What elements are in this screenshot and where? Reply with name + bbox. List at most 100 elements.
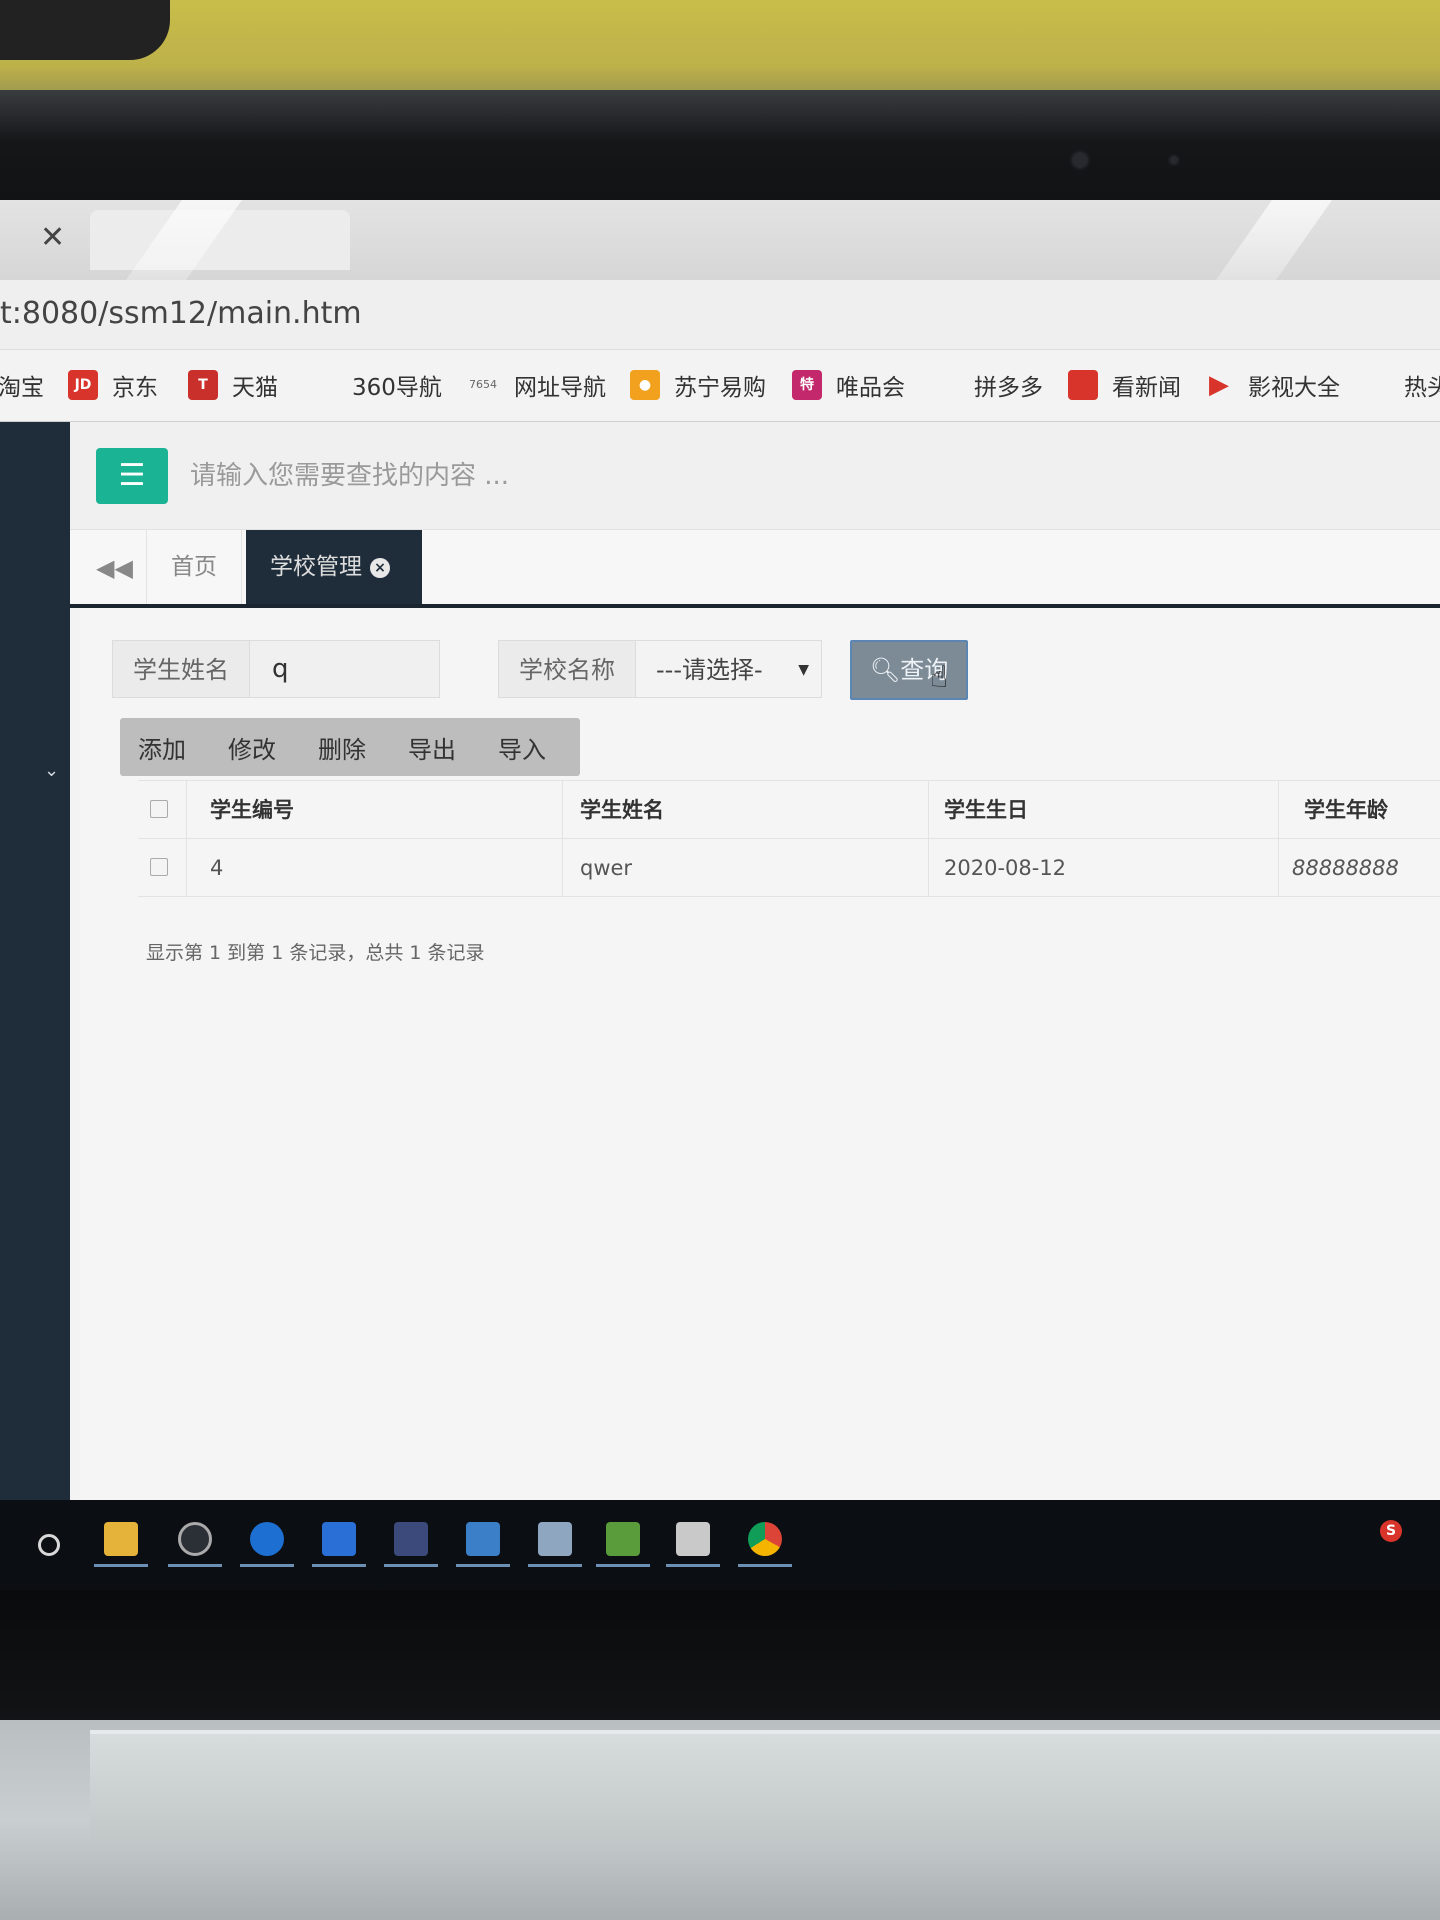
bookmark-jd[interactable]: JD 京东 [68, 368, 158, 402]
active-indicator [94, 1564, 148, 1567]
bookmark-web-nav[interactable]: 7654 网址导航 [466, 368, 606, 402]
webcam [1070, 150, 1090, 170]
column-divider [562, 781, 563, 839]
double-left-arrow-icon[interactable]: ◀◀ [96, 554, 133, 582]
active-indicator [240, 1564, 294, 1567]
column-divider [1278, 839, 1279, 897]
7654-icon: 7654 [469, 378, 497, 391]
chevron-down-icon[interactable]: ⌄ [44, 760, 59, 781]
bookmark-pinduoduo[interactable]: 拼多多 [974, 368, 1043, 402]
column-header[interactable]: 学生年龄 [1304, 781, 1388, 839]
cell-student-name: qwer [580, 856, 633, 880]
tmall-icon: T [188, 370, 218, 400]
screen: ✕ t:8080/ssm12/main.htm 淘宝 JD 京东 T 天猫 360导… [0, 200, 1440, 1590]
video-icon: ▶ [1209, 370, 1229, 400]
active-indicator [528, 1564, 582, 1567]
tab-home[interactable]: 首页 [146, 530, 242, 604]
column-divider [562, 839, 563, 897]
pagination-summary: 显示第 1 到第 1 条记录，总共 1 条记录 [146, 942, 485, 964]
app-topbar: ☰ [70, 422, 1440, 530]
bookmark-vip[interactable]: 特唯品会 [792, 368, 905, 402]
edit-button[interactable]: 修改 [228, 730, 276, 765]
taskbar: S [0, 1500, 1440, 1590]
remote-desktop-icon[interactable] [466, 1522, 500, 1556]
hamburger-icon: ☰ [118, 458, 146, 493]
active-indicator [666, 1564, 720, 1567]
active-indicator [384, 1564, 438, 1567]
webcam-sensor [1168, 154, 1180, 166]
vip-icon: 特 [792, 370, 822, 400]
chrome-icon[interactable] [748, 1522, 782, 1556]
main-content: 学生姓名 学校名称 ---请选择-▼ 🔍︎查询 ☝ 添加 修改 删除 导出 导入… [80, 608, 1440, 1590]
action-toolbar: 添加 修改 删除 导出 导入 [120, 718, 580, 776]
bookmark-video[interactable]: ▶ 影视大全 [1204, 368, 1340, 402]
keyboard-edge [90, 1730, 1440, 1840]
cortana-icon[interactable] [38, 1534, 60, 1556]
close-circle-icon[interactable]: × [370, 557, 390, 578]
active-indicator [738, 1564, 792, 1567]
table-row[interactable]: 4 qwer 2020-08-12 88888888 [138, 839, 1440, 897]
cell-student-birthday: 2020-08-12 [944, 856, 1067, 880]
browser-tab-strip: ✕ [0, 200, 1440, 330]
menu-toggle-button[interactable]: ☰ [96, 448, 168, 504]
app-icon[interactable] [676, 1522, 710, 1556]
tray-s-icon[interactable]: S [1380, 1520, 1402, 1542]
settings-icon[interactable] [178, 1522, 212, 1556]
column-divider [1278, 781, 1279, 839]
column-header[interactable]: 学生生日 [944, 781, 1028, 839]
bookmark-suning[interactable]: ● 苏宁易购 [630, 368, 766, 402]
eclipse-icon[interactable] [394, 1522, 428, 1556]
close-tab-icon[interactable]: ✕ [40, 220, 65, 255]
delete-button[interactable]: 删除 [318, 730, 366, 765]
students-table: 学生编号 学生姓名 学生生日 学生年龄 4 qwer 2020-08-12 88… [138, 780, 1440, 897]
edge-icon[interactable] [250, 1522, 284, 1556]
school-name-filter: 学校名称 ---请选择- ▼ [498, 640, 822, 698]
page-tabs-bar: ◀◀ 首页 学校管理 × [70, 530, 1440, 608]
column-divider [186, 839, 187, 897]
file-explorer-icon[interactable] [104, 1522, 138, 1556]
tab-school-management[interactable]: 学校管理 × [246, 530, 422, 604]
bookmark-taobao[interactable]: 淘宝 [0, 368, 44, 402]
bookmark-hot[interactable]: 热头 [1404, 368, 1440, 402]
column-divider [186, 781, 187, 839]
school-name-select[interactable]: ---请选择- ▼ [636, 640, 822, 698]
bookmark-tmall[interactable]: T 天猫 [188, 368, 278, 402]
bookmark-news[interactable]: 看新闻 [1068, 368, 1181, 402]
sidebar: ⌄ [0, 422, 70, 1590]
url-text[interactable]: t:8080/ssm12/main.htm [0, 296, 362, 331]
student-name-label: 学生姓名 [112, 640, 250, 698]
search-icon: 🔍︎ [869, 656, 901, 684]
active-indicator [596, 1564, 650, 1567]
select-all-checkbox[interactable] [150, 800, 168, 818]
column-header[interactable]: 学生姓名 [580, 781, 664, 839]
global-search-input[interactable] [190, 452, 890, 500]
column-header[interactable]: 学生编号 [210, 781, 294, 839]
word-icon[interactable] [322, 1522, 356, 1556]
column-divider [928, 781, 929, 839]
student-name-input[interactable] [250, 640, 440, 698]
table-header-row: 学生编号 学生姓名 学生生日 学生年龄 [138, 781, 1440, 839]
news-icon [1068, 370, 1098, 400]
active-indicator [312, 1564, 366, 1567]
export-button[interactable]: 导出 [408, 730, 456, 765]
bookmark-360[interactable]: 360导航 [352, 368, 442, 402]
school-name-label: 学校名称 [498, 640, 636, 698]
student-name-filter: 学生姓名 [112, 640, 440, 698]
cell-student-id: 4 [210, 856, 224, 880]
query-button[interactable]: 🔍︎查询 [850, 640, 968, 700]
row-checkbox[interactable] [150, 858, 168, 876]
address-bar[interactable]: t:8080/ssm12/main.htm [0, 280, 1440, 350]
jd-icon: JD [68, 370, 98, 400]
app-icon[interactable] [538, 1522, 572, 1556]
cell-student-age: 88888888 [1292, 856, 1399, 880]
active-indicator [456, 1564, 510, 1567]
column-divider [928, 839, 929, 897]
caret-down-icon: ▼ [798, 662, 809, 678]
background-object [0, 0, 170, 60]
active-indicator [168, 1564, 222, 1567]
mouse-pointer-icon: ☝ [930, 660, 949, 695]
suning-icon: ● [630, 370, 660, 400]
add-button[interactable]: 添加 [138, 730, 186, 765]
import-button[interactable]: 导入 [498, 730, 546, 765]
notepad-icon[interactable] [606, 1522, 640, 1556]
